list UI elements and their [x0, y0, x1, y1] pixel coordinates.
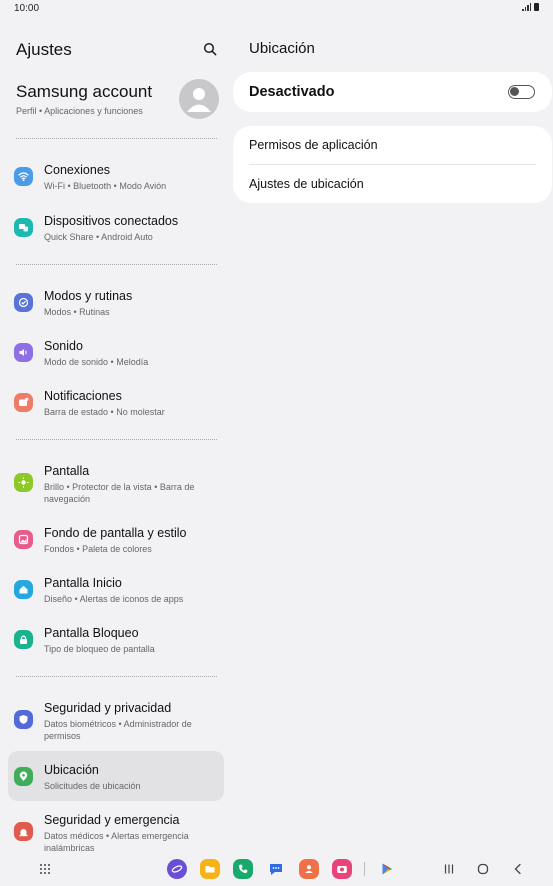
settings-item-sonido[interactable]: Sonido Modo de sonido • Melodía	[8, 332, 224, 372]
item-title: Modos y rutinas	[44, 289, 133, 303]
status-time: 10:00	[14, 3, 40, 14]
item-subtitle: Datos médicos • Alertas emergencia inalá…	[44, 831, 189, 853]
wifi-icon	[14, 167, 33, 186]
avatar	[179, 79, 219, 119]
item-subtitle: Datos biométricos • Administrador de per…	[44, 719, 192, 741]
recents-icon	[444, 864, 454, 874]
item-title: Conexiones	[44, 163, 111, 177]
internet-app-icon[interactable]	[167, 859, 187, 879]
account-name: Samsung account	[16, 82, 153, 101]
settings-item-dispositivos[interactable]: Dispositivos conectados Quick Share • An…	[8, 207, 224, 247]
settings-item-notificaciones[interactable]: Notificaciones Barra de estado • No mole…	[8, 382, 224, 422]
location-switch[interactable]	[508, 85, 535, 99]
contacts-app-icon[interactable]	[299, 859, 319, 879]
back-icon	[514, 863, 521, 875]
home-icon	[14, 580, 33, 599]
divider	[16, 138, 217, 139]
status-bar: 10:00	[0, 0, 553, 18]
item-title: Fondo de pantalla y estilo	[44, 526, 187, 540]
files-app-icon[interactable]	[200, 859, 220, 879]
shield-icon	[14, 710, 33, 729]
signal-icon	[522, 3, 531, 11]
app-permissions-item[interactable]: Permisos de aplicación	[249, 138, 378, 152]
location-options-card: Permisos de aplicación Ajustes de ubicac…	[233, 126, 552, 203]
samsung-account-item[interactable]: Samsung account Perfil • Aplicaciones y …	[0, 76, 232, 126]
item-title: Pantalla	[44, 464, 90, 478]
apps-grid-button[interactable]	[36, 860, 54, 878]
settings-item-pantalla-inicio[interactable]: Pantalla Inicio Diseño • Alertas de icon…	[8, 569, 224, 609]
page-title: Ubicación	[249, 40, 315, 57]
modes-icon	[14, 293, 33, 312]
recents-button[interactable]	[440, 860, 458, 878]
settings-item-emergencia[interactable]: Seguridad y emergencia Datos médicos • A…	[8, 806, 224, 856]
emergency-icon	[14, 822, 33, 841]
back-button[interactable]	[509, 860, 527, 878]
location-toggle-card[interactable]: Desactivado	[233, 72, 552, 112]
item-subtitle: Wi-Fi • Bluetooth • Modo Avión	[44, 181, 167, 191]
item-subtitle: Quick Share • Android Auto	[44, 232, 153, 242]
settings-list-pane: Ajustes Samsung account Perfil • Aplicac…	[0, 18, 232, 856]
settings-item-fondo[interactable]: Fondo de pantalla y estilo Fondos • Pale…	[8, 519, 224, 559]
navigation-bar	[0, 856, 553, 886]
account-subtitle: Perfil • Aplicaciones y funciones	[16, 106, 143, 116]
search-button[interactable]	[199, 38, 221, 60]
item-subtitle: Diseño • Alertas de iconos de apps	[44, 594, 184, 604]
devices-icon	[14, 218, 33, 237]
search-icon	[203, 42, 217, 56]
camera-app-icon[interactable]	[332, 859, 352, 879]
item-title: Ubicación	[44, 763, 99, 777]
notification-icon	[14, 393, 33, 412]
dock-divider	[364, 862, 365, 876]
item-subtitle: Modos • Rutinas	[44, 307, 110, 317]
status-icons	[522, 3, 539, 11]
divider	[16, 264, 217, 265]
messages-app-icon[interactable]	[266, 859, 286, 879]
switch-knob	[510, 87, 519, 96]
settings-item-modos[interactable]: Modos y rutinas Modos • Rutinas	[8, 282, 224, 322]
item-title: Pantalla Inicio	[44, 576, 122, 590]
item-title: Pantalla Bloqueo	[44, 626, 139, 640]
location-settings-item[interactable]: Ajustes de ubicación	[249, 177, 364, 191]
settings-title: Ajustes	[16, 40, 72, 59]
item-subtitle: Modo de sonido • Melodía	[44, 357, 149, 367]
settings-item-pantalla-bloqueo[interactable]: Pantalla Bloqueo Tipo de bloqueo de pant…	[8, 619, 224, 659]
divider	[249, 164, 536, 165]
settings-item-ubicacion[interactable]: Ubicación Solicitudes de ubicación	[8, 751, 224, 801]
sound-icon	[14, 343, 33, 362]
item-title: Seguridad y emergencia	[44, 813, 180, 827]
divider	[16, 676, 217, 677]
phone-app-icon[interactable]	[233, 859, 253, 879]
toggle-label: Desactivado	[249, 84, 335, 100]
settings-item-conexiones[interactable]: Conexiones Wi-Fi • Bluetooth • Modo Avió…	[8, 156, 224, 196]
lock-icon	[14, 630, 33, 649]
home-circle-icon	[477, 863, 489, 875]
item-title: Seguridad y privacidad	[44, 701, 172, 715]
item-subtitle: Fondos • Paleta de colores	[44, 544, 152, 554]
item-title: Sonido	[44, 339, 83, 353]
item-subtitle: Barra de estado • No molestar	[44, 407, 165, 417]
item-title: Dispositivos conectados	[44, 214, 179, 228]
item-title: Notificaciones	[44, 389, 122, 403]
wallpaper-icon	[14, 530, 33, 549]
home-button[interactable]	[474, 860, 492, 878]
settings-item-pantalla[interactable]: Pantalla Brillo • Protector de la vista …	[8, 457, 224, 507]
item-subtitle: Solicitudes de ubicación	[44, 781, 141, 791]
item-subtitle: Tipo de bloqueo de pantalla	[44, 644, 155, 654]
settings-item-seguridad[interactable]: Seguridad y privacidad Datos biométricos…	[8, 694, 224, 744]
location-icon	[14, 767, 33, 786]
apps-grid-icon	[40, 864, 50, 874]
display-icon	[14, 473, 33, 492]
divider	[16, 439, 217, 440]
play-store-app-icon[interactable]	[377, 859, 397, 879]
item-subtitle: Brillo • Protector de la vista • Barra d…	[44, 482, 195, 504]
battery-icon	[534, 3, 539, 11]
